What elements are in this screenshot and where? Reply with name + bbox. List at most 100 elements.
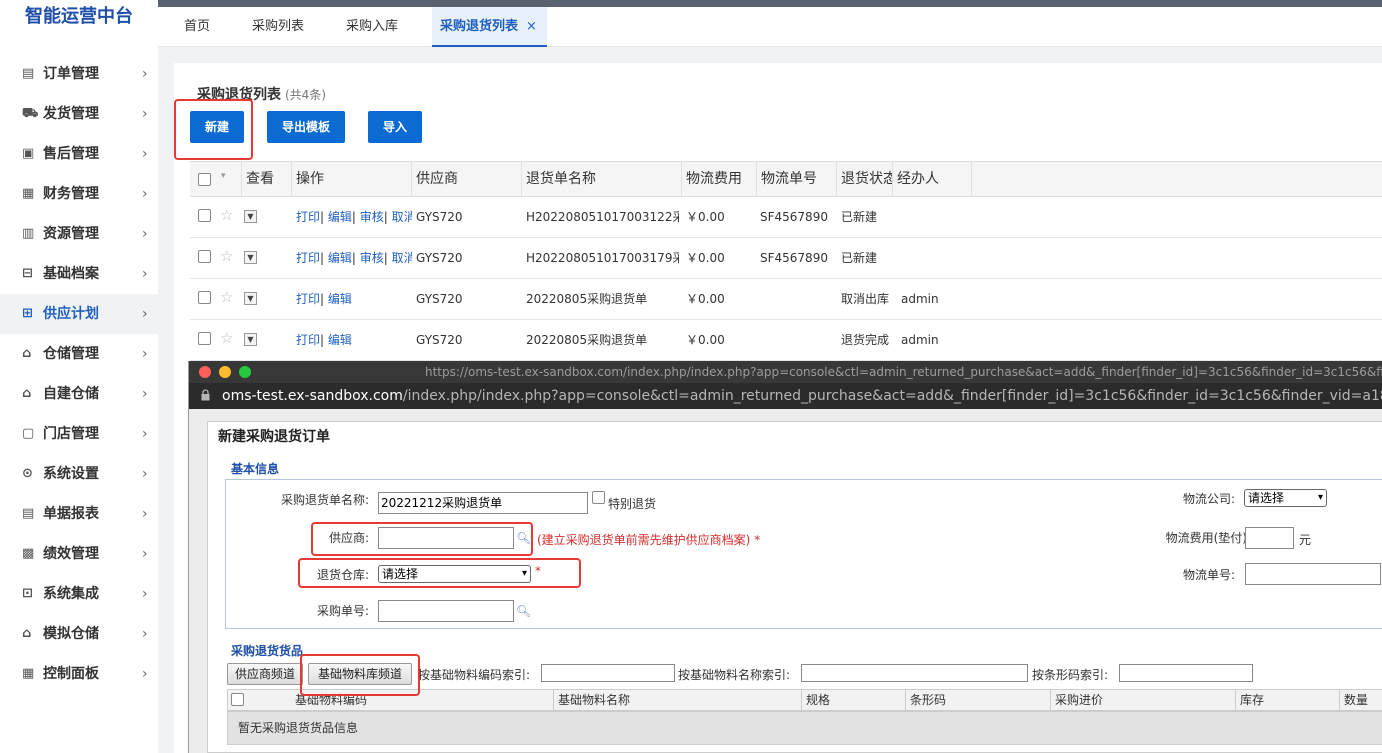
po-number-input[interactable]	[378, 600, 514, 622]
row-supplier: GYS720	[416, 333, 463, 347]
row-action-link[interactable]: 打印	[296, 210, 320, 224]
row-action-link[interactable]: 编辑	[328, 210, 352, 224]
sidebar-item-virtual-warehouse[interactable]: ⌂ 模拟仓储 ›	[0, 614, 158, 654]
col-tracking-no[interactable]: 物流单号	[756, 162, 836, 196]
row-dropdown-icon[interactable]: ▼	[244, 333, 257, 346]
row-action-link[interactable]: 打印	[296, 292, 320, 306]
row-action-link[interactable]: 编辑	[328, 292, 352, 306]
chevron-right-icon: ›	[142, 466, 148, 482]
row-actions: 打印| 编辑	[296, 333, 352, 347]
sidebar-item-archive[interactable]: ⊟ 基础档案 ›	[0, 254, 158, 294]
row-action-link[interactable]: 编辑	[328, 251, 352, 265]
address-bar[interactable]: oms-test.ex-sandbox.com/index.php/index.…	[189, 383, 1382, 409]
row-checkbox[interactable]	[198, 332, 211, 345]
sidebar-item-settings[interactable]: ⊙ 系统设置 ›	[0, 454, 158, 494]
tab-purchase-inbound[interactable]: 采购入库	[346, 7, 398, 47]
store-icon: ▢	[22, 426, 35, 441]
row-action-link[interactable]: 审核	[360, 251, 384, 265]
sidebar-item-label: 发货管理	[43, 106, 99, 122]
highlight-box-warehouse	[298, 558, 581, 588]
row-status: 已新建	[841, 251, 878, 265]
row-checkbox[interactable]	[198, 291, 211, 304]
row-action-link[interactable]: 打印	[296, 333, 320, 347]
truck-icon: ⛟	[22, 106, 39, 121]
chevron-right-icon: ›	[142, 626, 148, 642]
sidebar-item-label: 供应计划	[43, 306, 99, 322]
virtual-warehouse-icon: ⌂	[22, 626, 32, 641]
search-by-code-input[interactable]	[541, 664, 675, 682]
logistics-fee-input[interactable]	[1245, 527, 1294, 549]
sort-icon[interactable]: ▾	[221, 171, 226, 181]
chevron-right-icon: ›	[142, 146, 148, 162]
col-handler[interactable]: 经办人	[892, 162, 972, 196]
row-dropdown-icon[interactable]: ▼	[244, 292, 257, 305]
col-actions[interactable]: 操作	[291, 162, 411, 196]
warehouse-icon: ⌂	[22, 346, 32, 361]
special-return-checkbox[interactable]	[592, 491, 605, 504]
star-icon[interactable]: ☆	[220, 289, 233, 305]
chevron-right-icon: ›	[142, 386, 148, 402]
row-dropdown-icon[interactable]: ▼	[244, 251, 257, 264]
sidebar-item-finance[interactable]: ▦ 财务管理 ›	[0, 174, 158, 214]
col-return-name[interactable]: 退货单名称	[521, 162, 681, 196]
row-handler: admin	[901, 333, 939, 347]
close-window-icon[interactable]	[199, 366, 211, 378]
col-view[interactable]: 查看	[241, 162, 291, 196]
chevron-right-icon: ›	[142, 426, 148, 442]
row-dropdown-icon[interactable]: ▼	[244, 210, 257, 223]
star-icon[interactable]: ☆	[220, 248, 233, 264]
sidebar: 智能运营中台 ▤ 订单管理 › ⛟ 发货管理 › ▣ 售后管理 › ▦ 财务管理 › ▥ 资源管理 › ⊟ 基础…	[0, 0, 158, 753]
search-by-name-input[interactable]	[801, 664, 1028, 682]
export-template-button[interactable]: 导出模板	[267, 111, 345, 143]
sidebar-item-report[interactable]: ▤ 单据报表 ›	[0, 494, 158, 534]
form-title: 新建采购退货订单	[218, 429, 330, 445]
row-action-link[interactable]: 打印	[296, 251, 320, 265]
address-text: oms-test.ex-sandbox.com/index.php/index.…	[222, 383, 1382, 409]
sidebar-item-label: 模拟仓储	[43, 626, 99, 642]
po-search-icon[interactable]: 🔍︎	[516, 604, 531, 618]
tab-purchase-return-list[interactable]: 采购退货列表 ×	[432, 7, 547, 47]
tab-home[interactable]: 首页	[184, 7, 210, 47]
row-action-link[interactable]: 取消	[392, 251, 412, 265]
row-action-link[interactable]: 审核	[360, 210, 384, 224]
row-return-name: 20220805采购退货单	[526, 292, 648, 306]
sidebar-item-dashboard[interactable]: ▦ 控制面板 ›	[0, 654, 158, 694]
close-icon[interactable]: ×	[526, 19, 537, 34]
row-action-link[interactable]: 编辑	[328, 333, 352, 347]
sidebar-item-custom-warehouse[interactable]: ⌂ 自建仓储 ›	[0, 374, 158, 414]
logistics-company-select[interactable]: 请选择 ▾	[1244, 489, 1327, 507]
sidebar-item-receipt[interactable]: ▣ 售后管理 ›	[0, 134, 158, 174]
sidebar-item-truck[interactable]: ⛟ 发货管理 ›	[0, 94, 158, 134]
row-checkbox[interactable]	[198, 250, 211, 263]
star-icon[interactable]: ☆	[220, 330, 233, 346]
row-action-link[interactable]: 取消	[392, 210, 412, 224]
sidebar-item-store[interactable]: ▢ 门店管理 ›	[0, 414, 158, 454]
supplier-channel-button[interactable]: 供应商频道	[227, 663, 303, 685]
row-logistics-fee: ￥0.00	[686, 292, 725, 306]
sidebar-item-integration[interactable]: ⊡ 系统集成 ›	[0, 574, 158, 614]
sidebar-item-warehouse[interactable]: ⌂ 仓储管理 ›	[0, 334, 158, 374]
row-return-name: H202208051017003122采购退货单	[526, 210, 679, 224]
sidebar-item-clipboard[interactable]: ▤ 订单管理 ›	[0, 54, 158, 94]
import-button[interactable]: 导入	[368, 111, 422, 143]
tab-purchase-list[interactable]: 采购列表	[252, 7, 304, 47]
chevron-right-icon: ›	[142, 586, 148, 602]
app-title: 智能运营中台	[25, 6, 133, 27]
return-name-input[interactable]: 20221212采购退货单	[378, 492, 588, 514]
search-by-barcode-input[interactable]	[1119, 664, 1253, 682]
col-return-status[interactable]: 退货状态	[836, 162, 892, 196]
goods-select-all-checkbox[interactable]	[231, 693, 244, 706]
sidebar-item-supply-plan[interactable]: ⊞ 供应计划 ›	[0, 294, 158, 334]
col-supplier[interactable]: 供应商	[411, 162, 521, 196]
col-logistics-fee[interactable]: 物流费用	[681, 162, 756, 196]
row-checkbox[interactable]	[198, 209, 211, 222]
tracking-no-input[interactable]	[1245, 563, 1381, 585]
minimize-window-icon[interactable]	[219, 366, 231, 378]
chevron-right-icon: ›	[142, 666, 148, 682]
select-all-checkbox[interactable]	[198, 173, 211, 186]
star-icon[interactable]: ☆	[220, 207, 233, 223]
sidebar-item-label: 订单管理	[43, 66, 99, 82]
sidebar-item-resource[interactable]: ▥ 资源管理 ›	[0, 214, 158, 254]
sidebar-item-performance[interactable]: ▩ 绩效管理 ›	[0, 534, 158, 574]
maximize-window-icon[interactable]	[239, 366, 251, 378]
